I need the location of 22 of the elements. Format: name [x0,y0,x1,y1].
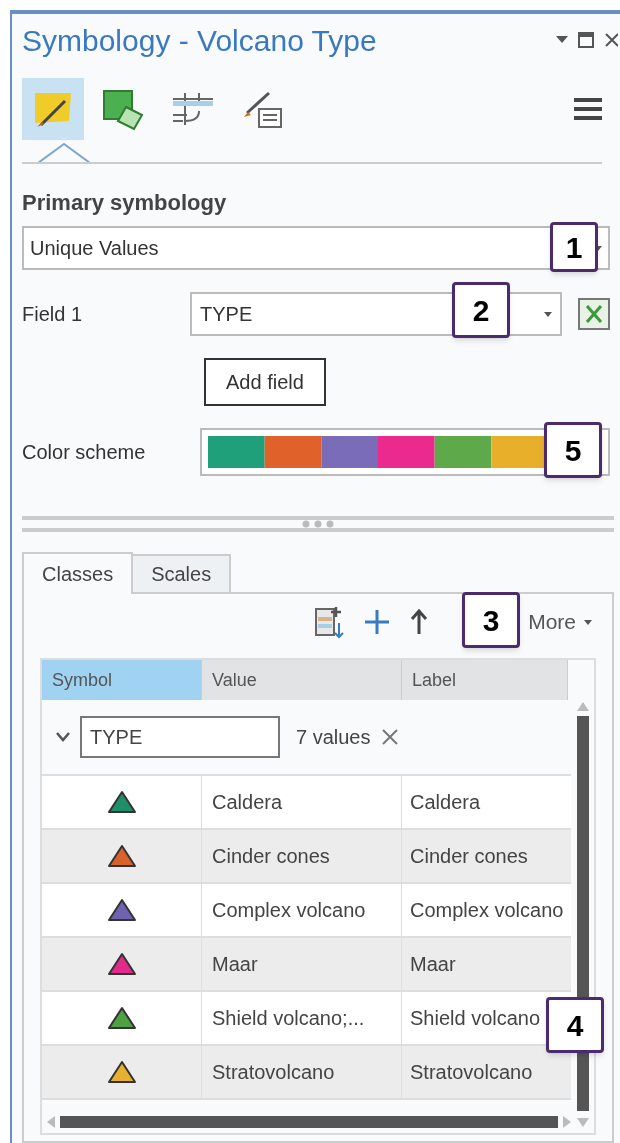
table-cell-text: Caldera [409,790,482,815]
callout-tooltip: 2 [452,282,510,338]
table-cell-text: Complex volcano [409,898,565,923]
table-cell: Caldera [202,776,402,828]
callout-tooltip: 1 [550,222,598,272]
table-cell: Maar [202,938,402,990]
table-cell: Shield volcano;... [202,992,402,1044]
table-cell: Complex volcano [202,884,402,936]
table-cell-text: Stratovolcano [409,1060,534,1085]
table-cell-text: Shield volcano [409,1006,542,1031]
callout-tooltip: 5 [544,422,602,478]
field-label: Color scheme [22,440,147,465]
table-cell-text: Maar [409,952,457,977]
callout-tooltip: 4 [546,997,604,1053]
pane-title: Symbology - Volcano Type [22,22,377,59]
value-count: 7 values [296,725,371,750]
table-cell: Cinder cones [202,830,402,882]
section-heading: Primary symbology [22,189,228,216]
field-label: Field 1 [22,302,84,327]
callout-tooltip: 3 [462,592,520,648]
table-cell-text: Cinder cones [409,844,529,869]
table-cell: Stratovolcano [202,1046,402,1098]
